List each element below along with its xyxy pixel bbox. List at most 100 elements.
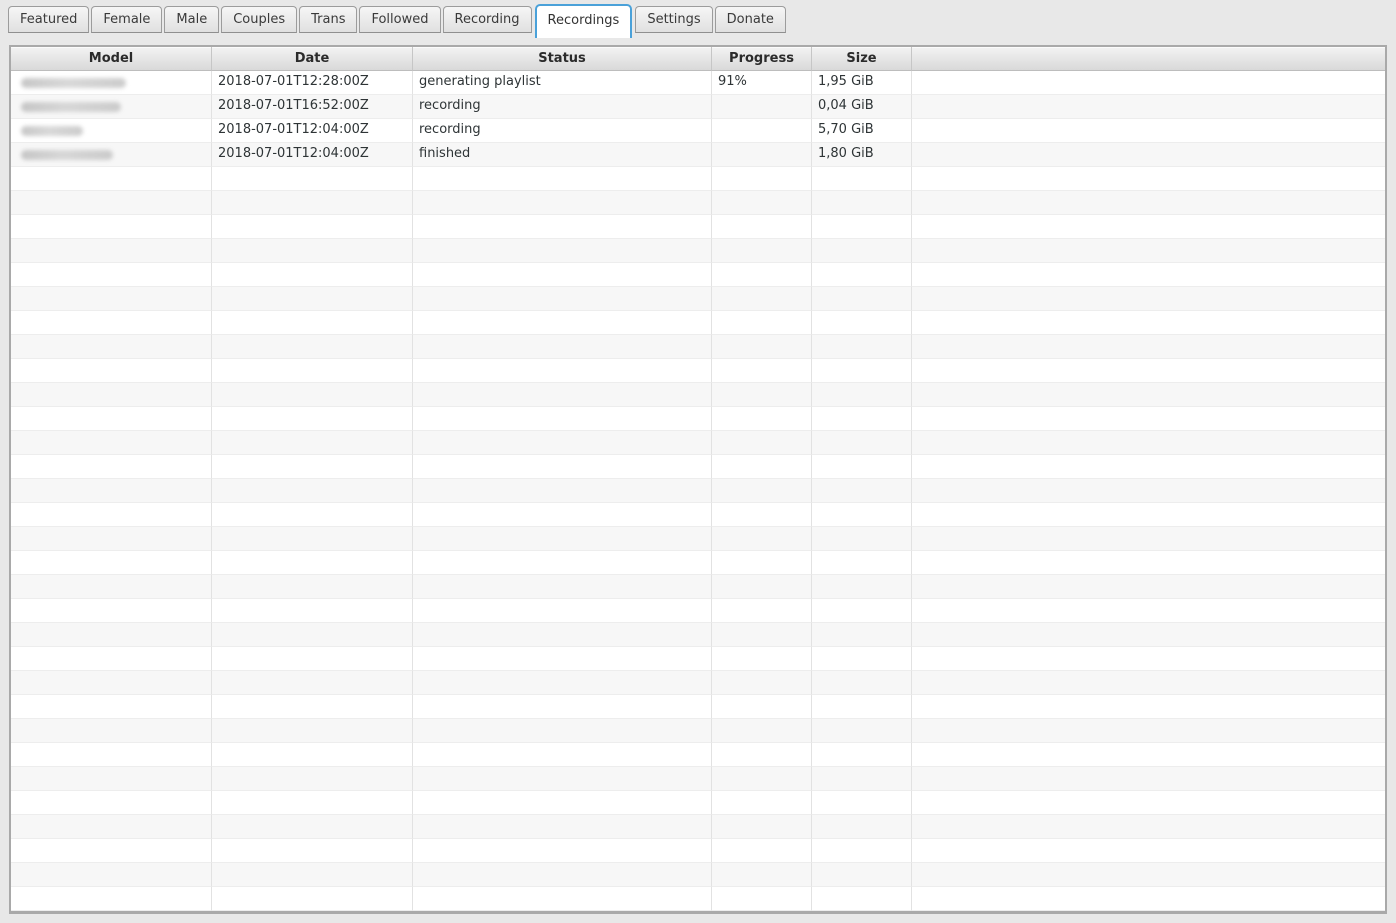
cell-model <box>11 239 212 263</box>
column-header-date[interactable]: Date <box>212 47 413 71</box>
tab-donate[interactable]: Donate <box>715 6 786 33</box>
cell-date: 2018-07-01T12:04:00Z <box>212 143 413 167</box>
cell-size <box>812 311 912 335</box>
cell-status <box>413 239 712 263</box>
table-row-empty[interactable] <box>11 551 1385 575</box>
cell-date <box>212 311 413 335</box>
cell-date: 2018-07-01T16:52:00Z <box>212 95 413 119</box>
table-row-empty[interactable] <box>11 599 1385 623</box>
table-row-empty[interactable] <box>11 479 1385 503</box>
cell-status <box>413 743 712 767</box>
cell-date <box>212 767 413 791</box>
redacted-model-name <box>21 150 113 160</box>
table-row-empty[interactable] <box>11 383 1385 407</box>
cell-blank <box>912 479 1385 503</box>
cell-progress <box>712 383 812 407</box>
cell-model <box>11 191 212 215</box>
table-row-empty[interactable] <box>11 191 1385 215</box>
cell-blank <box>912 527 1385 551</box>
table-row-empty[interactable] <box>11 527 1385 551</box>
cell-model <box>11 599 212 623</box>
cell-model <box>11 671 212 695</box>
cell-blank <box>912 431 1385 455</box>
cell-size <box>812 239 912 263</box>
cell-date <box>212 479 413 503</box>
tab-trans[interactable]: Trans <box>299 6 357 33</box>
column-header-status[interactable]: Status <box>413 47 712 71</box>
cell-blank <box>912 143 1385 167</box>
cell-model <box>11 647 212 671</box>
table-row-empty[interactable] <box>11 791 1385 815</box>
cell-size: 0,04 GiB <box>812 95 912 119</box>
table-row-empty[interactable] <box>11 839 1385 863</box>
table-row-empty[interactable] <box>11 311 1385 335</box>
cell-date <box>212 407 413 431</box>
app-window: FeaturedFemaleMaleCouplesTransFollowedRe… <box>0 0 1396 923</box>
tab-couples[interactable]: Couples <box>221 6 297 33</box>
cell-model <box>11 71 212 95</box>
table-row[interactable]: 2018-07-01T16:52:00Zrecording0,04 GiB <box>11 95 1385 119</box>
table-row-empty[interactable] <box>11 815 1385 839</box>
cell-blank <box>912 71 1385 95</box>
cell-size: 5,70 GiB <box>812 119 912 143</box>
cell-size <box>812 815 912 839</box>
cell-blank <box>912 767 1385 791</box>
tab-recordings[interactable]: Recordings <box>535 4 633 38</box>
table-row-empty[interactable] <box>11 359 1385 383</box>
table-row-empty[interactable] <box>11 287 1385 311</box>
tab-female[interactable]: Female <box>91 6 162 33</box>
tab-featured[interactable]: Featured <box>8 6 89 33</box>
table-row-empty[interactable] <box>11 695 1385 719</box>
table-row-empty[interactable] <box>11 335 1385 359</box>
table-row-empty[interactable] <box>11 887 1385 911</box>
table-row-empty[interactable] <box>11 719 1385 743</box>
cell-blank <box>912 167 1385 191</box>
column-header-model[interactable]: Model <box>11 47 212 71</box>
table-row-empty[interactable] <box>11 647 1385 671</box>
table-row[interactable]: 2018-07-01T12:04:00Zrecording 5,70 GiB <box>11 119 1385 143</box>
cell-blank <box>912 743 1385 767</box>
table-row-empty[interactable] <box>11 431 1385 455</box>
tab-male[interactable]: Male <box>164 6 219 33</box>
cell-date: 2018-07-01T12:04:00Z <box>212 119 413 143</box>
column-header-progress[interactable]: Progress <box>712 47 812 71</box>
column-header-blank[interactable] <box>912 47 1385 71</box>
table-row-empty[interactable] <box>11 743 1385 767</box>
cell-progress <box>712 215 812 239</box>
table-row-empty[interactable] <box>11 671 1385 695</box>
table-row-empty[interactable] <box>11 767 1385 791</box>
table-row[interactable]: 2018-07-01T12:28:00Zgenerating playlist9… <box>11 71 1385 95</box>
cell-size: 1,80 GiB <box>812 143 912 167</box>
cell-model <box>11 95 212 119</box>
tab-recording[interactable]: Recording <box>443 6 532 33</box>
table-body: 2018-07-01T12:28:00Zgenerating playlist9… <box>11 71 1385 911</box>
table-row-empty[interactable] <box>11 623 1385 647</box>
table-row-empty[interactable] <box>11 239 1385 263</box>
cell-model <box>11 311 212 335</box>
tab-followed[interactable]: Followed <box>359 6 440 33</box>
table-row-empty[interactable] <box>11 455 1385 479</box>
table-row-empty[interactable] <box>11 503 1385 527</box>
cell-progress <box>712 311 812 335</box>
cell-date <box>212 455 413 479</box>
cell-progress <box>712 167 812 191</box>
cell-date <box>212 623 413 647</box>
table-row-empty[interactable] <box>11 263 1385 287</box>
cell-size <box>812 479 912 503</box>
table-row-empty[interactable] <box>11 575 1385 599</box>
cell-blank <box>912 815 1385 839</box>
cell-model <box>11 167 212 191</box>
table-row-empty[interactable] <box>11 167 1385 191</box>
cell-progress <box>712 767 812 791</box>
tab-settings[interactable]: Settings <box>635 6 712 33</box>
cell-date <box>212 503 413 527</box>
column-header-size[interactable]: Size <box>812 47 912 71</box>
table-row[interactable]: 2018-07-01T12:04:00Zfinished1,80 GiB <box>11 143 1385 167</box>
cell-size <box>812 695 912 719</box>
table-row-empty[interactable] <box>11 215 1385 239</box>
cell-status: recording <box>413 119 712 143</box>
cell-status <box>413 599 712 623</box>
table-row-empty[interactable] <box>11 407 1385 431</box>
cell-progress <box>712 119 812 143</box>
table-row-empty[interactable] <box>11 863 1385 887</box>
